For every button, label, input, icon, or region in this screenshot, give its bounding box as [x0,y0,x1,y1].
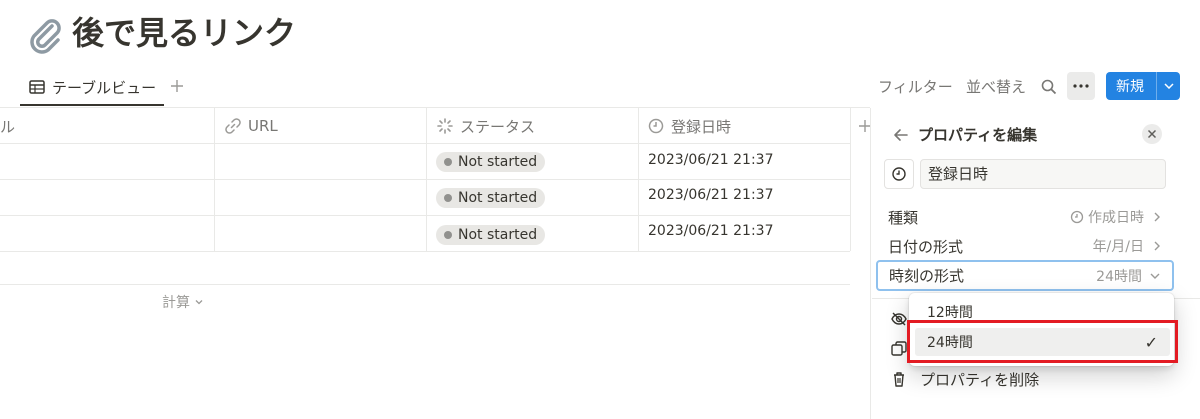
clock-icon [891,166,907,182]
filter-button[interactable]: フィルター [878,76,953,97]
time-format-value: 24時間 [1096,268,1142,285]
column-header-title[interactable]: ル [0,114,15,138]
created-cell[interactable]: 2023/06/21 21:37 [648,187,774,203]
status-label: Not started [458,227,538,243]
panel-title: プロパティを編集 [918,126,1038,144]
link-icon [224,117,242,135]
clock-icon [647,117,665,135]
row-divider [0,284,850,285]
time-format-select[interactable]: 時刻の形式 24時間 [876,260,1174,291]
chevron-down-icon[interactable] [1157,72,1180,100]
row-label: 種類 [888,208,919,227]
row-divider [0,143,850,144]
plus-icon[interactable] [166,74,188,98]
column-header-label: URL [248,117,278,135]
status-badge[interactable]: Not started [436,188,546,208]
status-dot [444,194,452,202]
created-cell[interactable]: 2023/06/21 21:37 [648,223,774,239]
column-header-created[interactable]: 登録日時 [647,114,731,138]
calculate-label: 計算 [162,295,190,311]
column-header-label: 登録日時 [671,117,732,136]
row-divider [0,251,850,252]
column-divider [850,108,851,251]
new-button[interactable]: 新規 [1106,72,1180,100]
property-name-input[interactable]: 登録日時 [920,159,1166,189]
status-badge[interactable]: Not started [436,225,546,245]
property-icon-picker[interactable] [884,159,914,189]
chevron-down-icon [194,297,204,307]
created-cell[interactable]: 2023/06/21 21:37 [648,152,774,168]
new-button-label: 新規 [1116,79,1144,95]
arrow-left-icon[interactable] [892,126,910,144]
column-header-label: ル [0,117,16,136]
chevron-right-icon [1150,239,1164,253]
row-value: 年/月/日 [1093,236,1164,256]
paperclip-icon[interactable] [24,14,64,54]
more-horizontal-icon [1073,84,1089,88]
search-icon[interactable] [1038,76,1060,98]
chevron-right-icon [1150,210,1164,224]
row-label: 日付の形式 [888,237,964,256]
row-divider [0,215,850,216]
date-format-row[interactable]: 日付の形式 年/月/日 [888,234,1164,258]
duplicate-icon[interactable] [890,340,908,358]
row-label: 時刻の形式 [889,267,965,285]
highlight-annotation [907,320,1178,363]
type-value: 作成日時 [1088,210,1144,226]
calculate-button[interactable]: 計算 [162,292,204,312]
status-dot [444,231,452,239]
eye-off-icon[interactable] [890,310,908,328]
tab-table-view[interactable]: テーブルビュー [20,70,164,106]
column-header-label: ステータス [460,117,536,136]
trash-icon[interactable] [890,370,908,388]
more-options-button[interactable] [1067,72,1095,100]
option-label: 12時間 [927,305,973,321]
row-value: 24時間 [1096,266,1162,286]
table-icon [28,78,46,96]
row-value: 作成日時 [1070,207,1164,227]
delete-property-button[interactable]: プロパティを削除 [920,369,1039,390]
sort-button[interactable]: 並べ替え [966,76,1026,97]
property-type-row[interactable]: 種類 作成日時 [888,205,1164,229]
date-format-value: 年/月/日 [1092,239,1144,255]
status-label: Not started [458,154,538,170]
clock-icon [1070,210,1084,224]
status-dot [444,158,452,166]
column-header-status[interactable]: ステータス [436,114,535,138]
divider [0,107,870,108]
close-icon[interactable] [1142,124,1162,144]
column-header-url[interactable]: URL [224,114,278,138]
status-label: Not started [458,190,538,206]
tab-label: テーブルビュー [52,78,157,97]
status-icon [436,117,454,135]
chevron-down-icon [1148,269,1162,283]
row-divider [0,179,850,180]
page-title[interactable]: 後で見るリンク [72,11,296,55]
status-badge[interactable]: Not started [436,152,546,172]
